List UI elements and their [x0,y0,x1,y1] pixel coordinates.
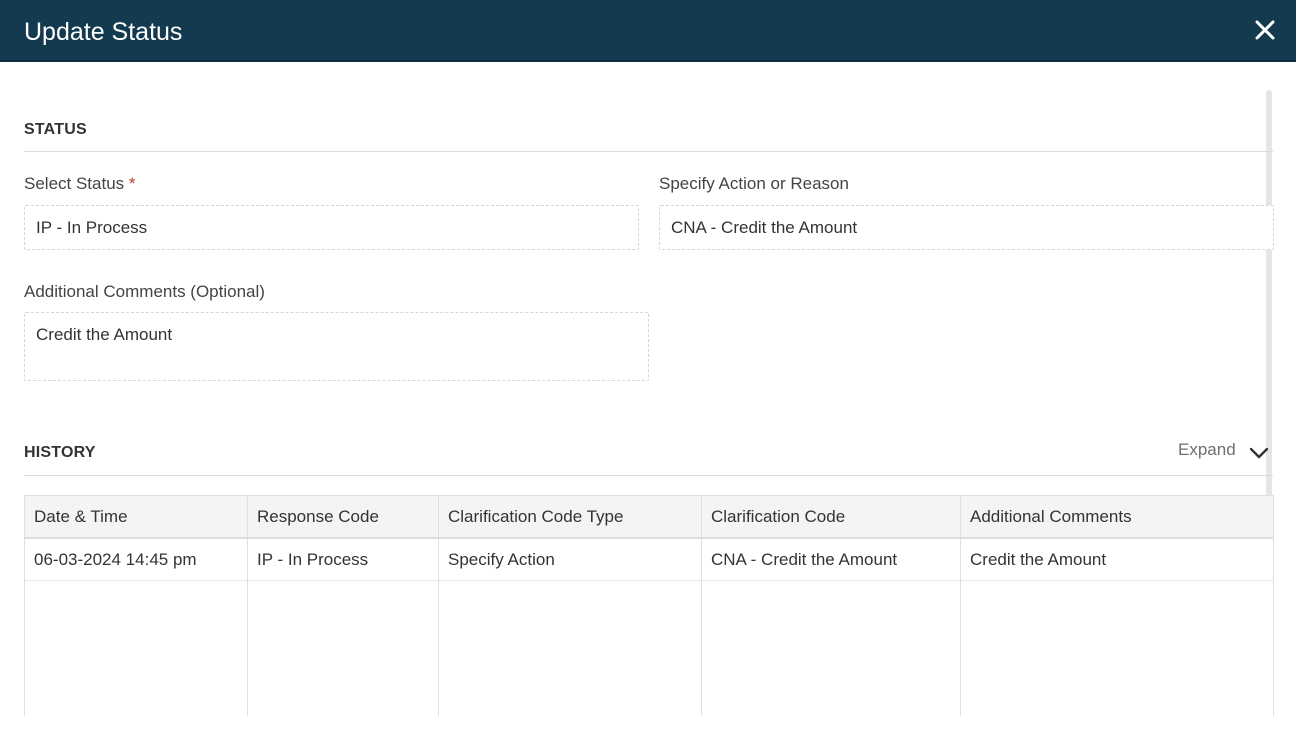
column-header-date-time[interactable]: Date & Time [25,496,248,537]
select-status-field[interactable]: IP - In Process [24,205,639,250]
table-row[interactable]: 06-03-2024 14:45 pm IP - In Process Spec… [25,539,1273,581]
column-header-response-code[interactable]: Response Code [248,496,439,537]
column-divider [438,496,439,716]
dialog-title: Update Status [24,18,183,46]
cell-clarification-code: CNA - Credit the Amount [711,549,898,569]
dialog-body: STATUS Select Status * IP - In Process S… [0,62,1296,732]
chevron-down-icon [1249,447,1269,459]
required-marker: * [128,174,136,193]
action-reason-label: Specify Action or Reason [659,174,849,193]
dialog-header: Update Status [0,0,1296,62]
column-divider [701,496,702,716]
column-header-clarification-code-type[interactable]: Clarification Code Type [439,496,702,537]
close-icon [1255,20,1275,40]
status-section-heading: STATUS [24,121,87,138]
action-reason-value: CNA - Credit the Amount [671,218,858,237]
select-status-label-text: Select Status [24,174,125,193]
history-section-divider [24,475,1273,476]
cell-date-time: 06-03-2024 14:45 pm [34,549,197,569]
cell-response-code: IP - In Process [257,549,369,569]
comments-textarea[interactable]: Credit the Amount [24,312,649,381]
column-divider [960,496,961,716]
comments-label: Additional Comments (Optional) [24,282,265,301]
select-status-value: IP - In Process [36,218,148,237]
table-header-row: Date & Time Response Code Clarification … [25,496,1273,539]
column-header-clarification-code[interactable]: Clarification Code [702,496,961,537]
action-reason-field[interactable]: CNA - Credit the Amount [659,205,1274,250]
select-status-label: Select Status * [24,174,136,194]
close-button[interactable] [1252,17,1278,43]
comments-value: Credit the Amount [36,325,173,344]
expand-label: Expand [1178,440,1236,459]
scrollbar[interactable] [1266,90,1272,560]
cell-clarification-code-type: Specify Action [448,549,555,569]
column-header-additional-comments[interactable]: Additional Comments [961,496,1273,537]
history-table: Date & Time Response Code Clarification … [24,495,1274,716]
cell-additional-comments: Credit the Amount [970,549,1107,569]
history-section-heading: HISTORY [24,444,96,461]
column-divider [247,496,248,716]
status-section-divider [24,151,1273,152]
